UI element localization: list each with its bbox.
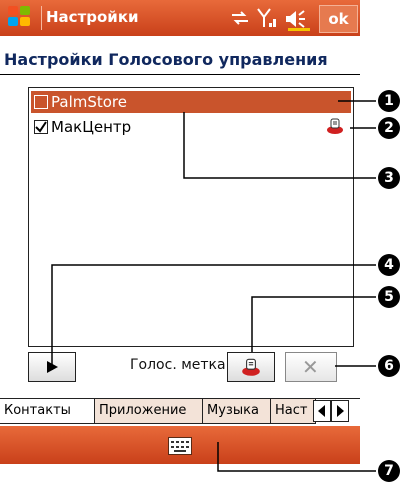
callout-2: 2 <box>378 117 400 139</box>
callout-5: 5 <box>378 286 400 308</box>
callout-6: 6 <box>378 355 400 377</box>
callout-4: 4 <box>378 254 400 276</box>
callout-1: 1 <box>378 90 400 112</box>
callout-7: 7 <box>378 460 400 482</box>
callout-lines <box>51 100 376 472</box>
callout-3: 3 <box>378 167 400 189</box>
